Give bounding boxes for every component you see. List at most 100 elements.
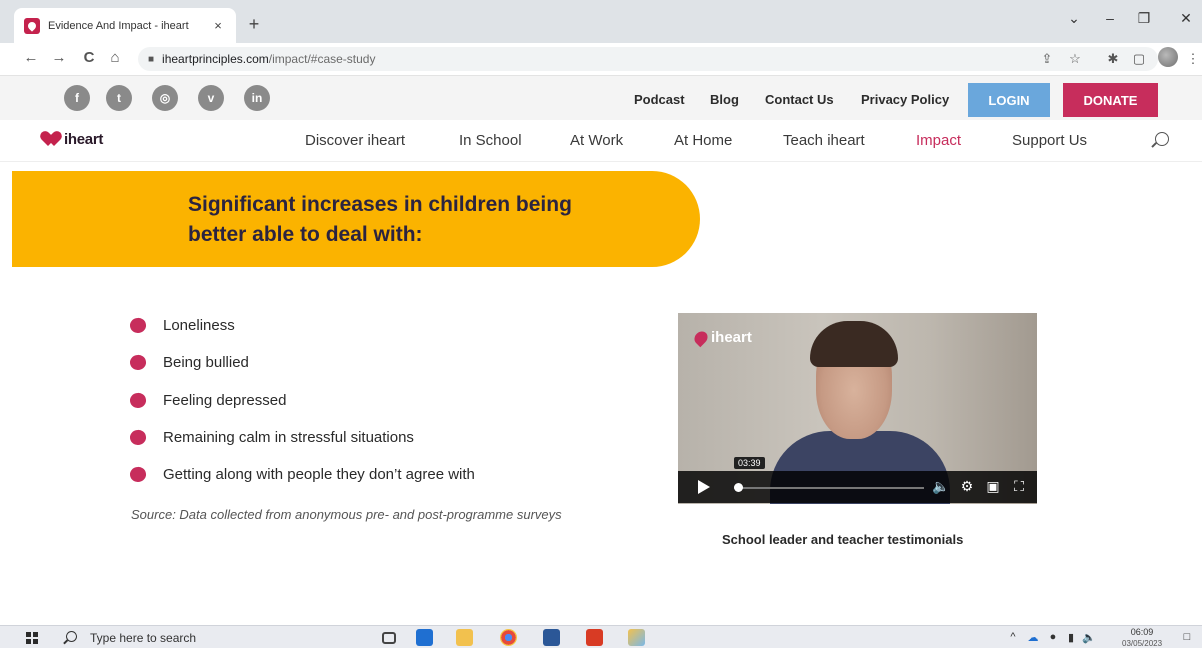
battery-icon[interactable]: ▮ <box>1064 631 1078 644</box>
main-navigation: iheart Discover iheart In School At Work… <box>0 120 1202 162</box>
video-iheart-logo: iheart <box>691 328 752 347</box>
close-window-button[interactable]: ✕ <box>1176 10 1196 27</box>
nav-discover-iheart[interactable]: Discover iheart <box>305 132 405 149</box>
minimize-button[interactable]: – <box>1100 10 1120 26</box>
clock-time: 06:09 <box>1130 627 1154 637</box>
taskbar-search-icon[interactable] <box>66 631 77 642</box>
video-timeline[interactable] <box>734 487 924 489</box>
clock-date: 03/05/2023 <box>1122 639 1163 648</box>
heart-logo-icon <box>691 328 711 347</box>
hero-heading: Significant increases in children being … <box>188 190 668 250</box>
logo-text: iheart <box>64 131 104 148</box>
bullet-heart-icon <box>128 316 148 334</box>
volume-icon[interactable]: 🔈 <box>932 478 950 495</box>
nav-at-home[interactable]: At Home <box>674 132 732 149</box>
instagram-icon[interactable]: ◎ <box>152 85 178 111</box>
nav-support-us[interactable]: Support Us <box>1012 132 1087 149</box>
hero-heading-line-2: better able to deal with: <box>188 223 423 246</box>
browser-tab-strip: Evidence And Impact - iheart × + ⌄ – ❐ ✕ <box>0 0 1202 43</box>
bullet-heart-icon <box>128 428 148 446</box>
linkedin-icon[interactable]: in <box>244 85 270 111</box>
list-item: Being bullied <box>128 352 530 372</box>
paint-icon[interactable] <box>628 629 645 646</box>
bookmark-star-icon[interactable]: ☆ <box>1066 51 1084 67</box>
contact-us-link[interactable]: Contact Us <box>765 92 834 107</box>
list-item: Feeling depressed <box>128 390 530 410</box>
maximize-button[interactable]: ❐ <box>1134 10 1154 27</box>
chrome-icon[interactable] <box>500 629 517 646</box>
tab-search-icon[interactable]: ⌄ <box>1064 10 1084 27</box>
settings-gear-icon[interactable]: ⚙ <box>958 478 976 495</box>
vimeo-icon[interactable]: v <box>198 85 224 111</box>
timeline-handle[interactable] <box>734 483 743 492</box>
share-icon[interactable]: ⇪ <box>1038 51 1056 67</box>
source-note: Source: Data collected from anonymous pr… <box>131 507 562 522</box>
nav-impact[interactable]: Impact <box>916 132 961 149</box>
bullet-heart-icon <box>128 465 148 483</box>
tab-close-icon[interactable]: × <box>210 18 226 33</box>
list-item: Loneliness <box>128 315 530 335</box>
donate-button[interactable]: DONATE <box>1063 83 1158 117</box>
forward-button[interactable]: → <box>50 49 68 66</box>
notification-icon[interactable]: □ <box>1180 631 1194 643</box>
browser-toolbar: ← → C ⌂ ■ iheartprinciples.com/impact/#c… <box>0 43 1202 76</box>
facebook-icon[interactable]: f <box>64 85 90 111</box>
time-tooltip: 03:39 <box>734 457 765 469</box>
login-button[interactable]: LOGIN <box>968 83 1050 117</box>
picture-in-picture-icon[interactable]: ▣ <box>984 478 1002 495</box>
browser-menu-icon[interactable]: ⋮ <box>1184 51 1202 67</box>
bullet-heart-icon <box>128 353 148 371</box>
iheart-favicon-icon <box>24 17 40 34</box>
video-person-hair <box>810 321 898 367</box>
fullscreen-icon[interactable]: ⛶ <box>1010 478 1028 495</box>
volume-tray-icon[interactable]: 🔈 <box>1082 631 1096 644</box>
extensions-icon[interactable]: ✱ <box>1104 51 1122 67</box>
testimonial-video[interactable]: iheart 03:39 🔈 ⚙ ▣ ⛶ <box>678 313 1037 504</box>
list-item: Getting along with people they don’t agr… <box>128 464 530 484</box>
profile-avatar[interactable] <box>1158 47 1178 67</box>
task-view-icon[interactable] <box>382 632 396 644</box>
list-item-text: Feeling depressed <box>163 391 287 409</box>
new-tab-button[interactable]: + <box>244 14 264 35</box>
lock-icon[interactable]: ■ <box>148 54 154 65</box>
twitter-icon[interactable]: t <box>106 85 132 111</box>
side-panel-icon[interactable]: ▢ <box>1130 51 1148 67</box>
onedrive-icon[interactable]: ☁ <box>1026 631 1040 644</box>
address-bar[interactable]: ■ iheartprinciples.com/impact/#case-stud… <box>138 47 1158 71</box>
heart-logo-icon <box>44 132 62 148</box>
play-icon[interactable] <box>698 480 710 494</box>
privacy-policy-link[interactable]: Privacy Policy <box>861 92 949 107</box>
list-item-text: Being bullied <box>163 353 249 371</box>
acrobat-icon[interactable] <box>586 629 603 646</box>
nav-teach-iheart[interactable]: Teach iheart <box>783 132 865 149</box>
video-controls: 03:39 🔈 ⚙ ▣ ⛶ <box>678 457 1037 503</box>
video-caption: School leader and teacher testimonials <box>722 532 964 547</box>
tray-chevron-icon[interactable]: ^ <box>1006 631 1020 643</box>
search-icon[interactable] <box>1155 132 1169 146</box>
list-item-text: Getting along with people they don’t agr… <box>163 465 475 483</box>
home-button[interactable]: ⌂ <box>106 49 124 66</box>
network-icon[interactable]: ● <box>1046 631 1060 643</box>
back-button[interactable]: ← <box>22 49 40 66</box>
word-icon[interactable] <box>543 629 560 646</box>
windows-start-icon[interactable] <box>26 632 38 644</box>
windows-taskbar: Type here to search ^ ☁ ● ▮ 🔈 06:09 03/0… <box>0 625 1202 648</box>
hero-heading-line-1: Significant increases in children being <box>188 193 572 216</box>
iheart-logo[interactable]: iheart <box>44 131 103 148</box>
nav-at-work[interactable]: At Work <box>570 132 623 149</box>
file-explorer-icon[interactable] <box>456 629 473 646</box>
outlook-icon[interactable] <box>416 629 433 646</box>
url-path: /impact/#case-study <box>268 52 376 66</box>
taskbar-clock[interactable]: 06:09 03/05/2023 <box>1122 627 1162 648</box>
list-item: Remaining calm in stressful situations <box>128 427 530 447</box>
reload-button[interactable]: C <box>80 49 98 66</box>
nav-in-school[interactable]: In School <box>459 132 522 149</box>
browser-tab[interactable]: Evidence And Impact - iheart × <box>14 8 236 43</box>
url-host: iheartprinciples.com <box>162 52 269 66</box>
taskbar-search-input[interactable]: Type here to search <box>90 631 196 645</box>
tab-title: Evidence And Impact - iheart <box>48 19 189 32</box>
bullet-heart-icon <box>128 391 148 409</box>
video-logo-text: iheart <box>711 329 752 346</box>
podcast-link[interactable]: Podcast <box>634 92 685 107</box>
blog-link[interactable]: Blog <box>710 92 739 107</box>
